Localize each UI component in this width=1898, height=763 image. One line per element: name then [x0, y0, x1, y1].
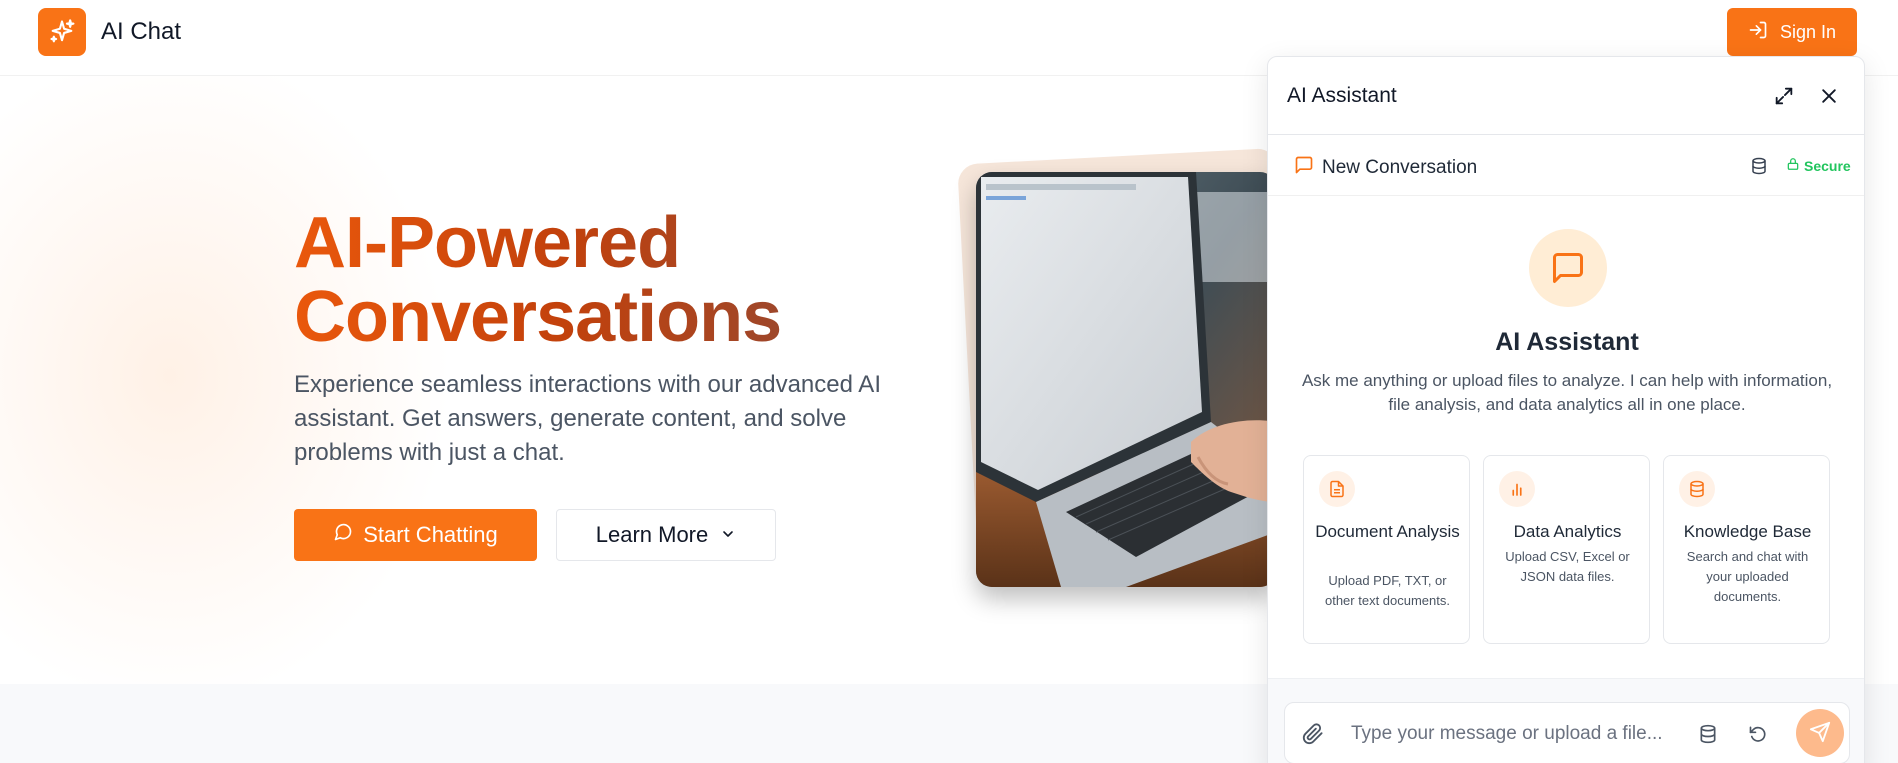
learn-more-button[interactable]: Learn More — [556, 509, 776, 561]
conversation-title: New Conversation — [1322, 157, 1478, 178]
message-input-area — [1268, 678, 1864, 763]
learn-more-label: Learn More — [595, 522, 709, 547]
card-title: Data Analytics — [1513, 522, 1622, 541]
document-analysis-card[interactable]: Document Analysis Upload PDF, TXT, or ot… — [1303, 455, 1470, 644]
card-description: Upload PDF, TXT, or other text documents… — [1324, 573, 1450, 608]
message-input[interactable] — [1351, 720, 1671, 748]
card-title: Knowledge Base — [1683, 522, 1812, 541]
rotate-ccw-icon[interactable] — [1743, 719, 1773, 749]
sign-in-label: Sign In — [1779, 21, 1837, 42]
start-chatting-label: Start Chatting — [363, 522, 498, 547]
start-chatting-button[interactable]: Start Chatting — [294, 509, 537, 561]
log-in-icon — [1748, 20, 1768, 45]
secure-badge: Secure — [1786, 157, 1851, 174]
card-title: Document Analysis — [1315, 522, 1460, 541]
message-square-icon — [1529, 229, 1607, 307]
card-description: Search and chat with your uploaded docum… — [1686, 549, 1809, 604]
database-icon[interactable] — [1744, 151, 1774, 181]
card-description: Upload CSV, Excel or JSON data files. — [1505, 549, 1630, 584]
message-circle-icon — [333, 522, 353, 548]
send-button[interactable] — [1796, 709, 1844, 757]
maximize-icon[interactable] — [1769, 81, 1799, 111]
panel-title: AI Assistant — [1287, 84, 1397, 107]
hero-title-line-1: AI-Powered — [294, 203, 681, 283]
data-analytics-card[interactable]: Data Analytics Upload CSV, Excel or JSON… — [1483, 455, 1650, 644]
file-text-icon — [1319, 471, 1355, 507]
hero-title: AI-Powered Conversations — [294, 206, 894, 354]
new-conversation-label[interactable]: New Conversation — [1294, 155, 1477, 181]
welcome-description: Ask me anything or upload files to analy… — [1301, 371, 1833, 414]
database-icon[interactable] — [1693, 719, 1723, 749]
hero-title-line-2: Conversations — [294, 277, 782, 357]
message-square-icon — [1294, 155, 1314, 181]
panel-header: AI Assistant — [1268, 57, 1864, 135]
app-title: AI Chat — [101, 18, 182, 45]
conversation-bar: New Conversation Secure — [1268, 136, 1864, 196]
hero-description: Experience seamless interactions with ou… — [294, 371, 881, 466]
database-icon — [1679, 471, 1715, 507]
lock-icon — [1786, 157, 1800, 174]
laptop-photo — [976, 172, 1276, 587]
send-icon — [1809, 721, 1831, 746]
chevron-down-icon — [720, 522, 736, 548]
secure-label: Secure — [1804, 157, 1851, 174]
welcome-title: AI Assistant — [1495, 328, 1639, 356]
sign-in-button[interactable]: Sign In — [1727, 8, 1857, 56]
sparkles-icon[interactable] — [38, 8, 86, 56]
paperclip-icon[interactable] — [1298, 719, 1328, 749]
message-input-box — [1284, 702, 1850, 763]
bar-chart-icon — [1499, 471, 1535, 507]
knowledge-base-card[interactable]: Knowledge Base Search and chat with your… — [1663, 455, 1830, 644]
close-icon[interactable] — [1814, 81, 1844, 111]
ai-assistant-panel: AI Assistant New Conversation Secure AI … — [1267, 56, 1865, 763]
